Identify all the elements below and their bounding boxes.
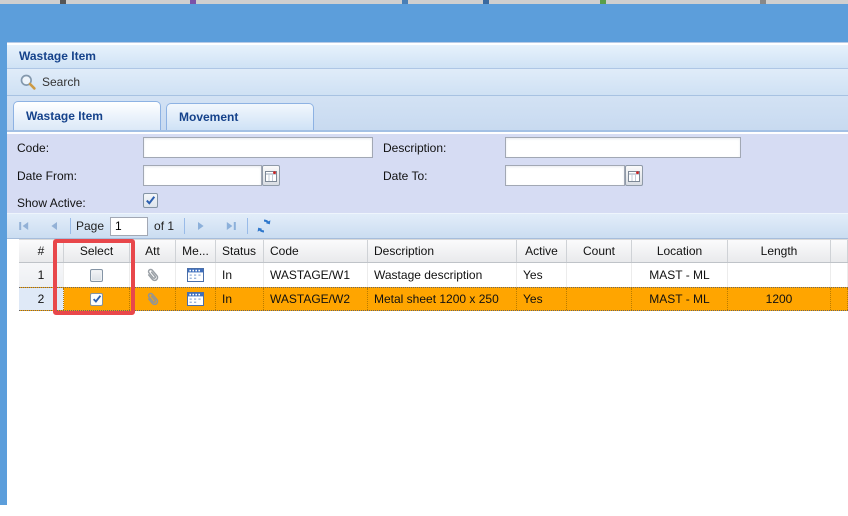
- wastage-item-panel: Wastage Item Search Wastage Item Movemen…: [7, 42, 848, 505]
- cell-location: MAST - ML: [632, 288, 728, 310]
- prev-page-icon: [46, 218, 62, 234]
- description-input[interactable]: [505, 137, 741, 158]
- tab-wastage-item[interactable]: Wastage Item: [13, 101, 161, 130]
- show-active-checkbox[interactable]: [143, 193, 158, 208]
- cell-measurement: [176, 288, 216, 310]
- cell-spacer: [831, 288, 848, 310]
- cell-description: Metal sheet 1200 x 250: [368, 288, 517, 310]
- app-top-bar: [0, 4, 848, 42]
- wastage-grid: # Select Att Me... Status Code Descripti…: [19, 239, 848, 311]
- column-header-me[interactable]: Me...: [176, 240, 216, 262]
- column-header-count[interactable]: Count: [567, 240, 632, 262]
- row-select-checkbox[interactable]: [90, 269, 103, 282]
- cell-status: In: [216, 263, 264, 287]
- paperclip-icon: [145, 291, 160, 307]
- column-header-active[interactable]: Active: [517, 240, 567, 262]
- cell-rownum: 2: [19, 288, 64, 310]
- first-page-button[interactable]: [13, 216, 35, 236]
- column-header-code[interactable]: Code: [264, 240, 368, 262]
- tab-label: Movement: [179, 110, 238, 124]
- cell-attachment: [130, 288, 176, 310]
- window-left-edge: [0, 42, 7, 505]
- cell-active: Yes: [517, 288, 567, 310]
- cell-select: [64, 263, 130, 287]
- first-page-icon: [16, 218, 32, 234]
- last-page-button[interactable]: [220, 216, 242, 236]
- filter-form: Code: Description: Date From: Date To:: [7, 134, 848, 213]
- toolbar-separator: [70, 218, 71, 234]
- column-header-status[interactable]: Status: [216, 240, 264, 262]
- column-header-description[interactable]: Description: [368, 240, 517, 262]
- panel-header: Wastage Item: [7, 45, 848, 69]
- paperclip-icon: [145, 267, 160, 283]
- column-header-length[interactable]: Length: [728, 240, 831, 262]
- cell-rownum: 1: [19, 263, 64, 287]
- cell-active: Yes: [517, 263, 567, 287]
- page-label: Page: [76, 219, 104, 233]
- calendar-icon: [187, 268, 204, 282]
- search-bar[interactable]: Search: [7, 69, 848, 96]
- date-to-picker-button[interactable]: [625, 165, 643, 186]
- cell-code: WASTAGE/W2: [264, 288, 368, 310]
- next-page-button[interactable]: [190, 216, 212, 236]
- check-icon: [145, 195, 156, 206]
- last-page-icon: [223, 218, 239, 234]
- date-to-label: Date To:: [383, 166, 427, 186]
- cell-code: WASTAGE/W1: [264, 263, 368, 287]
- cell-select: [64, 288, 130, 310]
- column-header-rownum[interactable]: #: [19, 240, 64, 262]
- search-label: Search: [42, 75, 80, 89]
- tab-strip: Wastage Item Movement: [7, 96, 848, 132]
- tab-label: Wastage Item: [26, 109, 103, 123]
- grid-header-row: # Select Att Me... Status Code Descripti…: [19, 239, 848, 263]
- cell-count: [567, 288, 632, 310]
- refresh-icon: [256, 218, 272, 234]
- date-picker-icon: [628, 170, 640, 182]
- cell-length: [728, 263, 831, 287]
- toolbar-separator: [184, 218, 185, 234]
- date-from-input[interactable]: [143, 165, 262, 186]
- column-header-spacer: [831, 240, 848, 262]
- refresh-button[interactable]: [253, 216, 275, 236]
- show-active-label: Show Active:: [17, 193, 86, 213]
- cell-description: Wastage description: [368, 263, 517, 287]
- cell-measurement: [176, 263, 216, 287]
- cell-location: MAST - ML: [632, 263, 728, 287]
- column-header-att[interactable]: Att: [130, 240, 176, 262]
- tab-movement[interactable]: Movement: [166, 103, 314, 130]
- cell-status: In: [216, 288, 264, 310]
- description-label: Description:: [383, 138, 446, 158]
- table-row[interactable]: 1: [19, 263, 848, 287]
- cell-attachment: [130, 263, 176, 287]
- page-number-input[interactable]: [110, 217, 148, 236]
- row-select-checkbox[interactable]: [90, 293, 103, 306]
- code-label: Code:: [17, 138, 49, 158]
- toolbar-separator: [247, 218, 248, 234]
- code-input[interactable]: [143, 137, 373, 158]
- pager-toolbar: Page of 1: [7, 213, 848, 239]
- prev-page-button[interactable]: [43, 216, 65, 236]
- date-from-label: Date From:: [17, 166, 77, 186]
- cell-spacer: [831, 263, 848, 287]
- screen: Wastage Item Search Wastage Item Movemen…: [0, 0, 848, 516]
- column-header-location[interactable]: Location: [632, 240, 728, 262]
- column-header-select[interactable]: Select: [64, 240, 130, 262]
- date-to-input[interactable]: [505, 165, 625, 186]
- check-icon: [92, 294, 102, 304]
- next-page-icon: [193, 218, 209, 234]
- date-from-picker-button[interactable]: [262, 165, 280, 186]
- cell-length: 1200: [728, 288, 831, 310]
- search-icon: [19, 73, 37, 91]
- table-row-selected[interactable]: 2: [19, 287, 848, 311]
- page-title: Wastage Item: [19, 49, 96, 63]
- calendar-icon: [187, 292, 204, 306]
- cell-count: [567, 263, 632, 287]
- date-picker-icon: [265, 170, 277, 182]
- page-of-label: of 1: [154, 219, 174, 233]
